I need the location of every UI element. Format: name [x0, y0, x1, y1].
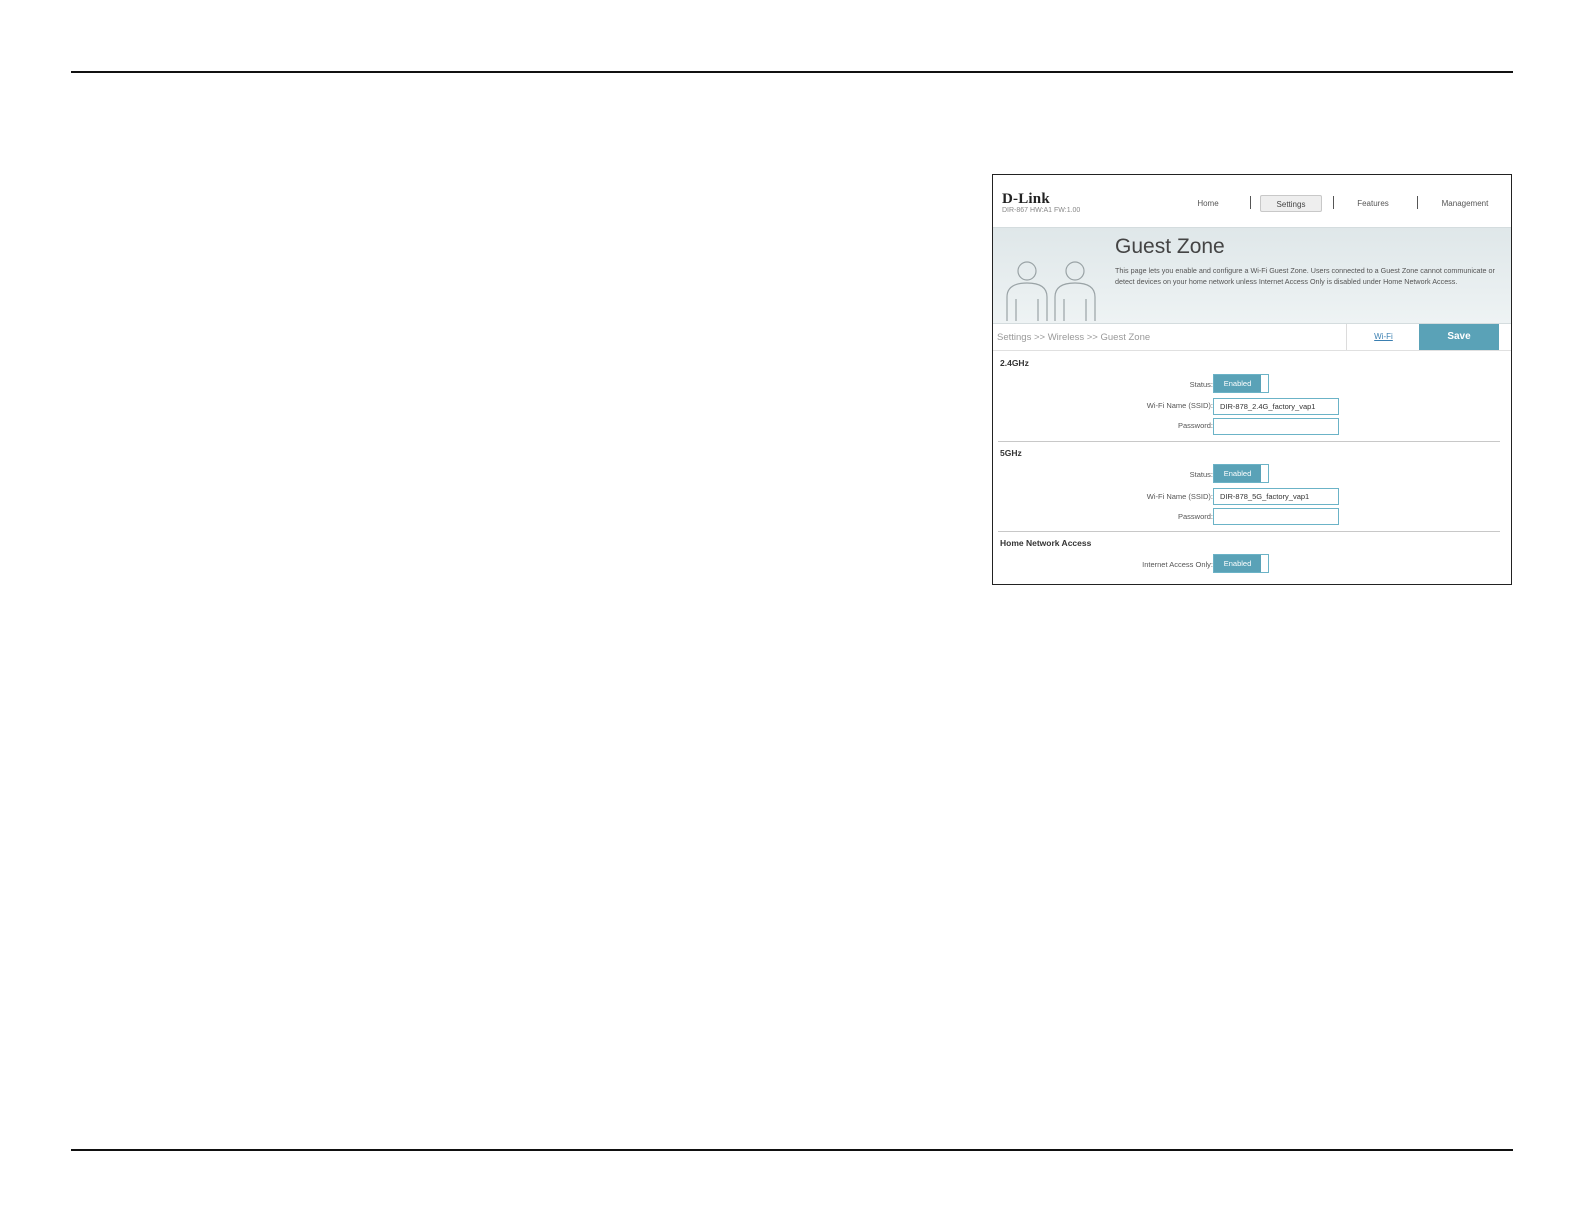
section-title-home-access: Home Network Access [1000, 538, 1092, 548]
nav-management[interactable]: Management [1425, 195, 1505, 212]
section-title-5ghz: 5GHz [1000, 448, 1022, 458]
nav-settings[interactable]: Settings [1260, 195, 1322, 212]
bottom-rule [71, 1149, 1513, 1151]
toggle-state: Enabled [1214, 555, 1261, 572]
page-title: Guest Zone [1115, 235, 1225, 258]
page-description: This page lets you enable and configure … [1115, 266, 1495, 286]
top-rule [71, 71, 1513, 73]
toggle-state: Enabled [1214, 375, 1261, 392]
status-label-24ghz: Status: [1189, 380, 1213, 389]
router-screenshot: D-Link DIR-867 HW:A1 FW:1.00 Home Settin… [992, 174, 1512, 585]
router-header: D-Link DIR-867 HW:A1 FW:1.00 Home Settin… [993, 175, 1511, 227]
nav-separator [1333, 196, 1334, 209]
ssid-input-24ghz[interactable]: DIR-878_2.4G_factory_vap1 [1213, 398, 1339, 415]
wifi-link[interactable]: Wi-Fi [1346, 324, 1420, 350]
model-info: DIR-867 HW:A1 FW:1.00 [1002, 207, 1081, 214]
password-input-5ghz[interactable] [1213, 508, 1339, 525]
breadcrumb-bar: Settings >> Wireless >> Guest Zone Wi-Fi… [993, 324, 1511, 351]
section-title-24ghz: 2.4GHz [1000, 358, 1029, 368]
nav-separator [1250, 196, 1251, 209]
password-label-24ghz: Password: [1177, 421, 1213, 430]
nav-home[interactable]: Home [1188, 195, 1228, 212]
guest-users-icon [1006, 261, 1096, 321]
toggle-state: Enabled [1214, 465, 1261, 482]
page-banner: Guest Zone This page lets you enable and… [993, 227, 1511, 324]
status-toggle-5ghz[interactable]: Enabled [1213, 464, 1269, 483]
dlink-logo: D-Link [1002, 191, 1050, 207]
password-input-24ghz[interactable] [1213, 418, 1339, 435]
ssid-input-5ghz[interactable]: DIR-878_5G_factory_vap1 [1213, 488, 1339, 505]
ssid-label-24ghz: Wi-Fi Name (SSID): [1146, 401, 1213, 410]
nav-features[interactable]: Features [1348, 195, 1398, 212]
save-button[interactable]: Save [1419, 324, 1499, 350]
section-divider [998, 441, 1500, 442]
ssid-label-5ghz: Wi-Fi Name (SSID): [1146, 492, 1213, 501]
status-label-5ghz: Status: [1189, 470, 1213, 479]
status-toggle-24ghz[interactable]: Enabled [1213, 374, 1269, 393]
password-label-5ghz: Password: [1177, 512, 1213, 521]
breadcrumb: Settings >> Wireless >> Guest Zone [997, 332, 1151, 343]
internet-access-only-label: Internet Access Only: [1142, 560, 1213, 569]
section-divider [998, 531, 1500, 532]
internet-access-only-toggle[interactable]: Enabled [1213, 554, 1269, 573]
nav-separator [1417, 196, 1418, 209]
